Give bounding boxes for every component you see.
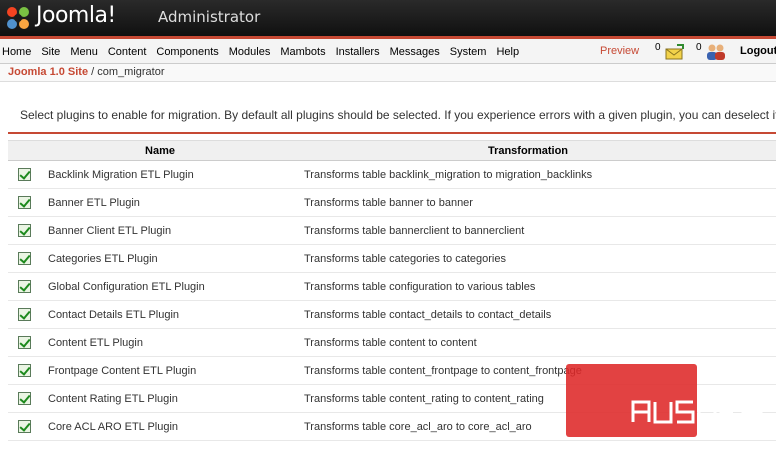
table-row: Global Configuration ETL Plugin Transfor… bbox=[8, 273, 776, 301]
plugin-checkbox[interactable] bbox=[17, 224, 31, 237]
ausweb-watermark-logo bbox=[631, 400, 763, 424]
section-divider bbox=[8, 132, 776, 134]
menu-item-help[interactable]: Help bbox=[491, 46, 524, 58]
plugin-transformation: Transforms table content_frontpage to co… bbox=[304, 364, 582, 377]
header-name: Name bbox=[145, 144, 175, 157]
plugin-transformation: Transforms table contact_details to cont… bbox=[304, 308, 552, 321]
plugin-checkbox[interactable] bbox=[17, 280, 31, 293]
plugin-name: Global Configuration ETL Plugin bbox=[48, 280, 205, 293]
header-transformation: Transformation bbox=[487, 144, 569, 157]
plugin-checkbox[interactable] bbox=[17, 168, 31, 181]
plugin-name: Core ACL ARO ETL Plugin bbox=[48, 420, 179, 433]
plugin-checkbox[interactable] bbox=[17, 420, 31, 433]
users-online-icon[interactable] bbox=[704, 43, 728, 61]
plugin-name: Content Rating ETL Plugin bbox=[48, 392, 178, 405]
brand-subtitle: Administrator bbox=[158, 8, 261, 26]
plugin-checkbox[interactable] bbox=[17, 252, 31, 265]
table-row: Categories ETL Plugin Transforms table c… bbox=[8, 245, 776, 273]
menu-item-messages[interactable]: Messages bbox=[385, 46, 445, 58]
plugin-name: Contact Details ETL Plugin bbox=[48, 308, 180, 321]
menu-item-home[interactable]: Home bbox=[0, 46, 36, 58]
breadcrumb: Joomla 1.0 Site / com_migrator bbox=[0, 64, 776, 82]
plugin-transformation: Transforms table backlink_migration to m… bbox=[304, 168, 593, 181]
menu-item-components[interactable]: Components bbox=[151, 46, 223, 58]
breadcrumb-site[interactable]: Joomla 1.0 Site bbox=[8, 66, 88, 78]
plugin-checkbox[interactable] bbox=[17, 308, 31, 321]
menu-item-site[interactable]: Site bbox=[36, 46, 65, 58]
menu-item-system[interactable]: System bbox=[445, 46, 492, 58]
plugin-name: Banner Client ETL Plugin bbox=[48, 224, 172, 237]
plugin-name: Content ETL Plugin bbox=[48, 336, 143, 349]
messages-count: 0 bbox=[655, 42, 661, 53]
joomla-logo-icon bbox=[7, 7, 29, 29]
plugin-name: Backlink Migration ETL Plugin bbox=[48, 168, 194, 181]
plugin-name: Frontpage Content ETL Plugin bbox=[48, 364, 197, 377]
breadcrumb-component: com_migrator bbox=[97, 66, 165, 78]
mail-icon[interactable] bbox=[663, 43, 685, 61]
brand-name: Joomla! bbox=[36, 3, 116, 28]
plugin-transformation: Transforms table categories to categorie… bbox=[304, 252, 506, 265]
plugin-checkbox[interactable] bbox=[17, 196, 31, 209]
menu-item-content[interactable]: Content bbox=[103, 46, 152, 58]
plugin-transformation: Transforms table configuration to variou… bbox=[304, 280, 536, 293]
breadcrumb-separator: / bbox=[88, 66, 98, 78]
intro-text: Select plugins to enable for migration. … bbox=[20, 108, 776, 122]
admin-header: Joomla! Administrator bbox=[0, 0, 776, 36]
table-row: Banner Client ETL Plugin Transforms tabl… bbox=[8, 217, 776, 245]
plugin-transformation: Transforms table banner to banner bbox=[304, 196, 473, 209]
plugin-name: Categories ETL Plugin bbox=[48, 252, 158, 265]
plugin-transformation: Transforms table content to content bbox=[304, 336, 477, 349]
preview-link[interactable]: Preview bbox=[600, 45, 639, 57]
plugin-transformation: Transforms table bannerclient to bannerc… bbox=[304, 224, 525, 237]
table-row: Backlink Migration ETL Plugin Transforms… bbox=[8, 161, 776, 189]
plugin-name: Banner ETL Plugin bbox=[48, 196, 140, 209]
users-count: 0 bbox=[696, 42, 702, 53]
table-header: Name Transformation bbox=[8, 141, 776, 161]
menu-item-installers[interactable]: Installers bbox=[331, 46, 385, 58]
menu-item-menu[interactable]: Menu bbox=[65, 46, 103, 58]
plugin-checkbox[interactable] bbox=[17, 392, 31, 405]
menu-item-modules[interactable]: Modules bbox=[224, 46, 276, 58]
table-row: Banner ETL Plugin Transforms table banne… bbox=[8, 189, 776, 217]
plugin-checkbox[interactable] bbox=[17, 364, 31, 377]
table-row: Contact Details ETL Plugin Transforms ta… bbox=[8, 301, 776, 329]
table-row: Content ETL Plugin Transforms table cont… bbox=[8, 329, 776, 357]
main-menubar: Home Site Menu Content Components Module… bbox=[0, 36, 776, 64]
main-menu: Home Site Menu Content Components Module… bbox=[0, 39, 524, 64]
menu-item-mambots[interactable]: Mambots bbox=[275, 46, 330, 58]
logout-link[interactable]: Logout bbox=[740, 45, 776, 57]
plugin-checkbox[interactable] bbox=[17, 336, 31, 349]
